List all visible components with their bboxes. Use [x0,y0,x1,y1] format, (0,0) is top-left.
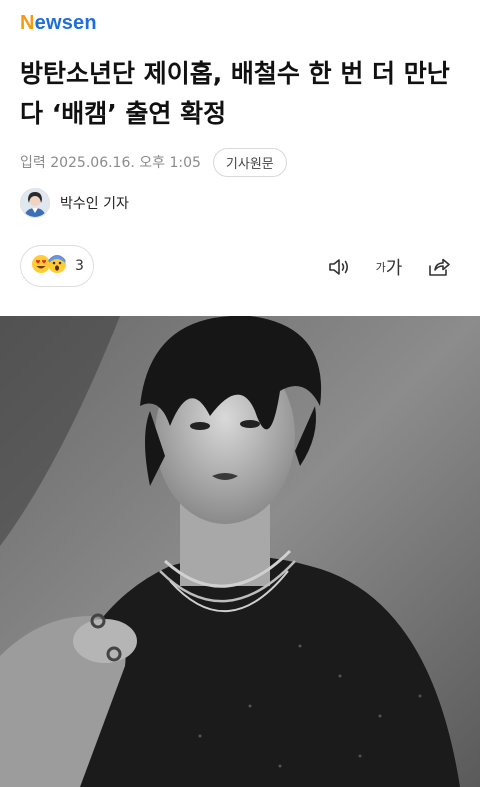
font-size-small-label: 가 [375,261,386,274]
speaker-icon[interactable] [326,255,352,279]
share-icon[interactable] [426,255,452,279]
font-size-large-label: 가 [385,258,403,279]
reporter-avatar [20,188,50,218]
reaction-button[interactable]: 3 [20,245,94,287]
reaction-count: 3 [75,258,84,274]
logo-first-letter: N [20,12,35,34]
newsen-logo[interactable]: Newsen [20,12,97,35]
shocked-emoji-icon [47,254,67,278]
published-date: 입력 2025.06.16. 오후 1:05 [20,155,201,171]
original-article-button[interactable]: 기사원문 [212,147,287,177]
article-actions: 3 가가 [0,245,480,289]
article-photo [0,316,480,787]
font-size-button[interactable]: 가가 [374,255,404,279]
article-meta: 입력 2025.06.16. 오후 1:05 기사원문 [20,147,287,177]
logo-rest: ewsen [34,12,97,34]
reporter-info[interactable]: 박수인 기자 [20,188,129,218]
article-title: 방탄소년단 제이홉, 배철수 한 번 더 만난다 ‘배캠’ 출연 확정 [20,59,450,128]
site-header: Newsen [20,12,97,38]
reporter-name: 박수인 기자 [60,196,129,212]
